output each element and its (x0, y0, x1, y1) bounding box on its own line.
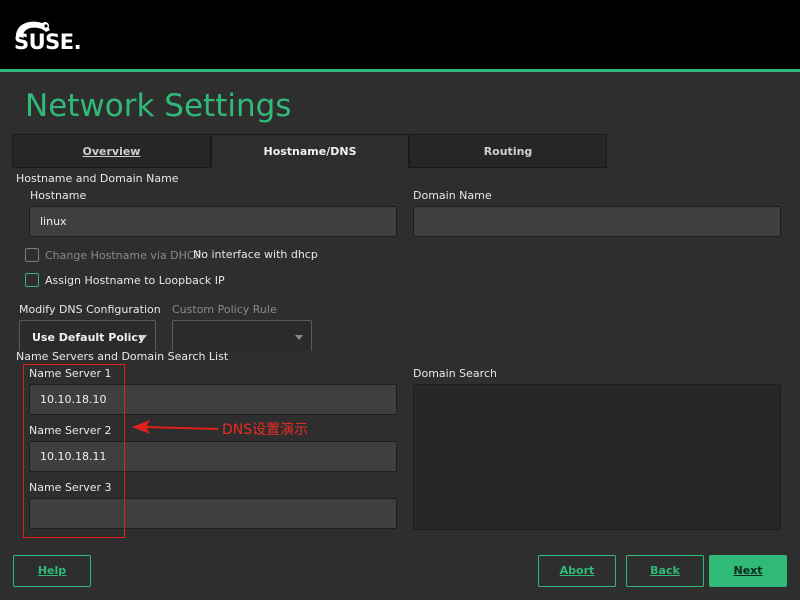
help-button[interactable]: Help (13, 555, 91, 587)
domain-search-label: Domain Search (413, 367, 497, 380)
domain-name-label: Domain Name (413, 189, 492, 202)
modify-dns-value: Use Default Policy (32, 331, 146, 344)
hostname-group-label: Hostname and Domain Name (16, 172, 179, 185)
annotation-arrow-icon (132, 420, 219, 434)
tab-routing[interactable]: Routing (409, 134, 607, 168)
loopback-checkbox[interactable] (25, 273, 39, 287)
tab-overview[interactable]: Overview (12, 134, 211, 168)
change-hostname-dhcp-checkbox[interactable] (25, 248, 39, 262)
top-bar: SUSE. (0, 0, 800, 72)
chevron-down-icon (139, 335, 147, 340)
hostname-label: Hostname (30, 189, 87, 202)
page-title: Network Settings (25, 88, 292, 124)
chevron-down-icon (295, 335, 303, 340)
back-button[interactable]: Back (626, 555, 704, 587)
abort-button[interactable]: Abort (538, 555, 616, 587)
suse-logo: SUSE. (14, 30, 82, 54)
custom-policy-select[interactable] (172, 320, 312, 351)
modify-dns-select[interactable]: Use Default Policy (19, 320, 156, 351)
name-servers-group-label: Name Servers and Domain Search List (16, 350, 229, 363)
header-accent-line (0, 69, 800, 72)
annotation-text: DNS设置演示 (222, 422, 309, 438)
domain-search-textarea[interactable] (413, 384, 781, 530)
modify-dns-label: Modify DNS Configuration (19, 303, 161, 316)
tab-hostname-dns[interactable]: Hostname/DNS (211, 134, 409, 168)
annotation-highlight-box (23, 364, 125, 538)
next-button[interactable]: Next (709, 555, 787, 587)
custom-policy-label: Custom Policy Rule (172, 303, 277, 316)
hostname-input[interactable]: linux (29, 206, 397, 237)
loopback-label: Assign Hostname to Loopback IP (45, 274, 225, 287)
dhcp-status-text: No interface with dhcp (193, 248, 318, 261)
change-hostname-dhcp-label: Change Hostname via DHCP (45, 249, 202, 262)
domain-name-input[interactable] (413, 206, 781, 237)
